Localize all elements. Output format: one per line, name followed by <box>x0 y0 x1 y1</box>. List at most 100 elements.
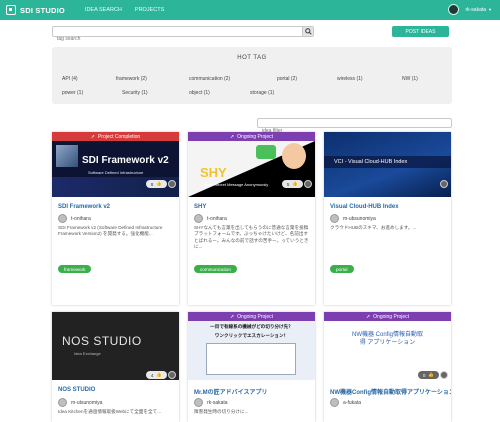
author-avatar <box>330 398 339 407</box>
like-badge[interactable]: 8 👍 <box>145 180 167 188</box>
thumbnail-title: NW機器 Config情報自動取得 アプリケーション <box>351 332 423 346</box>
thumbs-up-icon: 👍 <box>156 372 162 377</box>
app-title: SDI STUDIO <box>20 5 65 15</box>
rocket-icon: ➚ <box>229 313 235 320</box>
cube-graphic <box>56 145 78 167</box>
idea-card[interactable]: ➚ Project Completion SDI Framework v2 Sof… <box>52 132 179 305</box>
card-tag-chip[interactable]: portal <box>330 265 354 273</box>
card-title[interactable]: SDI Framework v2 <box>58 204 110 210</box>
card-title[interactable]: NW機器Config情報自動取得アプリケーション <box>330 387 451 396</box>
hot-tag-storage[interactable]: storage (1) <box>250 90 274 96</box>
thumbnail-title: VCI - Visual Cloud-HUB Index <box>324 156 451 168</box>
status-banner: ➚ Project Completion <box>52 132 179 141</box>
hot-tag-power[interactable]: power (1) <box>62 90 83 96</box>
user-menu[interactable]: rk-sakata ▼ <box>448 4 492 15</box>
thumbs-up-icon: 👍 <box>428 372 434 377</box>
hot-tag-framework[interactable]: framework (2) <box>116 76 147 82</box>
logo-icon <box>6 5 16 15</box>
nav-idea-search[interactable]: IDEA SEARCH <box>85 7 122 13</box>
card-description: SDI Framework v2 (Software Defined Infra… <box>58 225 163 237</box>
card-author: a-fukata <box>330 398 361 407</box>
card-title[interactable]: NOS STUDIO <box>58 387 95 393</box>
tag-search-box <box>52 26 314 44</box>
logo[interactable]: SDI STUDIO <box>6 5 65 15</box>
nav-projects[interactable]: PROJECTS <box>135 7 164 13</box>
chevron-down-icon: ▼ <box>488 7 492 12</box>
like-badge[interactable]: 0 👍 <box>417 371 439 379</box>
card-author: t-onihara <box>58 214 91 223</box>
idea-card[interactable]: ➚ Ongoing Project 一目で有線系の機械がどの切り分け先？ ワンクリ… <box>188 312 315 422</box>
hot-tag-title: HOT TAG <box>237 55 267 61</box>
hot-tag-panel: HOT TAG API (4) framework (2) communicat… <box>52 47 452 104</box>
hot-tag-object[interactable]: object (1) <box>189 90 210 96</box>
card-tag-chip[interactable]: communication <box>194 265 237 273</box>
card-author: rk-sakata <box>194 398 228 407</box>
hot-tag-security[interactable]: Security (1) <box>122 90 148 96</box>
author-avatar <box>330 214 339 223</box>
card-tag-chip[interactable]: framework <box>58 265 92 273</box>
status-banner: ➚ Ongoing Project <box>188 132 315 141</box>
hot-tag-api[interactable]: API (4) <box>62 76 78 82</box>
top-nav-bar: SDI STUDIO IDEA SEARCH PROJECTS rk-sakat… <box>0 0 500 20</box>
chat-bubble-icon <box>256 145 276 159</box>
thumbs-up-icon: 👍 <box>292 181 298 186</box>
idea-card[interactable]: ➚ Ongoing Project NW機器 Config情報自動取得 アプリケー… <box>324 312 451 422</box>
rocket-icon: ➚ <box>229 133 235 140</box>
card-title[interactable]: SHY <box>194 204 206 210</box>
hot-tag-nw[interactable]: NW (1) <box>402 76 418 82</box>
card-thumbnail: VCI - Visual Cloud-HUB Index <box>324 132 451 197</box>
thumbnail-subtitle: Software Defined Infrastructure <box>88 170 144 175</box>
card-description: SHYなんても言葉を出してもらうのに普通な言葉を投稿プラットフォームです。ぶっち… <box>194 225 309 249</box>
card-title[interactable]: Mr.Mの匠アドバイスアプリ <box>194 387 268 396</box>
card-author: t-onihara <box>194 214 227 223</box>
thumbnail-subtitle: Idea Exchange <box>74 351 101 356</box>
post-ideas-button[interactable]: POST IDEAS <box>392 26 449 37</box>
thumbnail-title: 一目で有線系の機械がどの切り分け先？ <box>210 324 293 329</box>
gear-icon[interactable] <box>168 371 176 379</box>
author-avatar <box>58 398 67 407</box>
author-avatar <box>194 398 203 407</box>
thumbnail-title: NOS STUDIO <box>62 334 142 348</box>
thumbnail-subtitle: Send Secret Message Anonymously <box>204 182 269 187</box>
search-icon <box>304 28 312 35</box>
card-thumbnail: SDI Framework v2 Software Defined Infras… <box>52 141 179 197</box>
thumbs-up-icon: 👍 <box>156 181 162 186</box>
card-author: m-utsunomiya <box>58 398 102 407</box>
gear-icon[interactable] <box>168 180 176 188</box>
gear-icon[interactable] <box>440 180 448 188</box>
card-thumbnail: 一目で有線系の機械がどの切り分け先？ ワンクリックでエスカレーション！ <box>188 321 315 380</box>
card-thumbnail: NOS STUDIO Idea Exchange <box>52 312 179 380</box>
idea-card[interactable]: ➚ Ongoing Project SHY Send Secret Message… <box>188 132 315 305</box>
user-name: rk-sakata <box>465 6 487 13</box>
card-author: m-ubsunomiya <box>330 214 376 223</box>
idea-filter-box <box>257 118 452 135</box>
hot-tag-wireless[interactable]: wireless (1) <box>337 76 363 82</box>
author-avatar <box>194 214 203 223</box>
like-badge[interactable]: 4 👍 <box>145 371 167 379</box>
thumbnail-title: SHY <box>200 165 227 180</box>
like-badge[interactable]: 5 👍 <box>281 180 303 188</box>
card-description: 障害発生時の切り分けに... <box>194 409 249 414</box>
status-banner: ➚ Ongoing Project <box>324 312 451 321</box>
character-graphic <box>282 143 306 169</box>
rocket-icon: ➚ <box>90 133 95 140</box>
rocket-icon: ➚ <box>365 313 371 320</box>
card-description: クラウドHUBのスキマ、お進めします。... <box>330 225 417 230</box>
avatar <box>448 4 460 15</box>
card-title[interactable]: Visual Cloud-HUB Index <box>330 204 399 210</box>
author-avatar <box>58 214 67 223</box>
card-description: Idea Kitchenを通過情報取扱Webにて全面を全て... <box>58 409 162 414</box>
idea-card[interactable]: NOS STUDIO Idea Exchange 4 👍 NOS STUDIO m… <box>52 312 179 422</box>
gear-icon[interactable] <box>304 180 312 188</box>
thumbnail-title: SDI Framework v2 <box>82 155 169 166</box>
gear-icon[interactable] <box>440 371 448 379</box>
status-banner: ➚ Ongoing Project <box>188 312 315 321</box>
card-thumbnail: SHY Send Secret Message Anonymously <box>188 141 315 197</box>
search-button[interactable] <box>302 27 313 36</box>
idea-card[interactable]: VCI - Visual Cloud-HUB Index Visual Clou… <box>324 132 451 305</box>
screenshot-graphic <box>206 343 296 375</box>
thumbnail-subtitle: ワンクリックでエスカレーション！ <box>214 333 289 338</box>
hot-tag-portal[interactable]: portal (2) <box>277 76 297 82</box>
tag-search-input[interactable] <box>53 34 293 44</box>
hot-tag-communication[interactable]: communication (2) <box>189 76 230 82</box>
